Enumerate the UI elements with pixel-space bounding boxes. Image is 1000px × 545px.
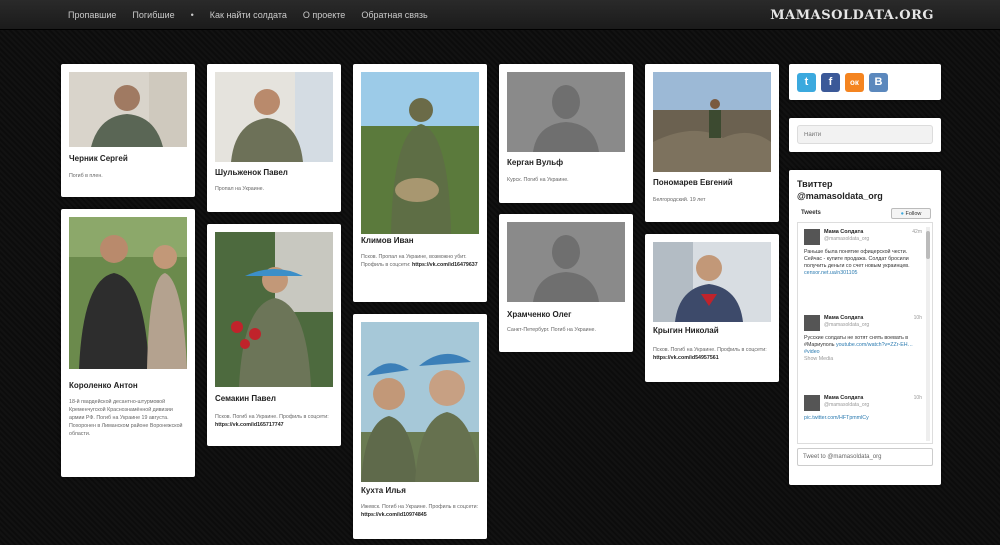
profile-link[interactable]: https://vk.com/id165717747 (215, 422, 284, 428)
soldier-name: Пономарев Евгений (653, 178, 733, 187)
soldier-description: Ижевск. Погиб на Украине. Профиль в соцс… (361, 504, 479, 518)
tweet-timeline[interactable]: Мама Солдата @mamasoldata_org 42m Раньше… (797, 222, 933, 444)
soldier-name: Кухта Илья (361, 486, 406, 495)
tweet: Мама Солдата @mamasoldata_org 10h pic.tw… (804, 395, 922, 439)
soldier-description: Санкт-Петербург. Погиб на Украине. (507, 327, 596, 333)
soldier-description: Белгородский. 19 лет (653, 197, 706, 203)
facebook-icon[interactable]: f (821, 73, 840, 92)
soldier-card[interactable]: Храмченко Олег Санкт-Петербург. Погиб на… (499, 214, 633, 352)
soldier-photo (361, 322, 479, 482)
search-input[interactable] (797, 125, 933, 144)
soldier-photo (215, 232, 333, 387)
tweet-text: Русские солдаты не хотят снять воевать в… (804, 335, 913, 362)
nav-how-to-find[interactable]: Как найти солдата (210, 10, 287, 20)
soldier-card[interactable]: Черник Сергей Погиб в плен. (61, 64, 195, 197)
social-share-panel: t f ок B (789, 64, 941, 100)
soldier-photo (215, 72, 333, 162)
soldier-card[interactable]: Климов Иван Псков. Пропал на Украине, во… (353, 64, 487, 302)
profile-link[interactable]: https://vk.com/id10974845 (361, 512, 427, 518)
tweet-compose-input[interactable]: Tweet to @mamasoldata_org (797, 448, 933, 466)
tweet-author[interactable]: Мама Солдата (824, 315, 863, 321)
soldier-card[interactable]: Кухта Илья Ижевск. Погиб на Украине. Про… (353, 314, 487, 539)
soldier-name: Шульженок Павел (215, 168, 288, 177)
odnoklassniki-icon[interactable]: ок (845, 73, 864, 92)
tweet-handle: @mamasoldata_org (824, 322, 870, 328)
soldier-description: Курск. Погиб на Украине. (507, 177, 569, 183)
tweet-handle: @mamasoldata_org (824, 236, 870, 242)
soldier-description: 18-й гвардейской десантно-штурмовой Крем… (69, 399, 183, 437)
tweet-link[interactable]: censor.net.ua/n301105 (804, 270, 858, 276)
main-nav: Пропавшие Погибшие • Как найти солдата О… (68, 0, 444, 30)
soldier-card[interactable]: Керган Вульф Курск. Погиб на Украине. (499, 64, 633, 203)
nav-about[interactable]: О проекте (303, 10, 345, 20)
soldier-description: Псков. Погиб на Украине. Профиль в соцсе… (215, 414, 329, 428)
soldier-photo (653, 72, 771, 172)
soldier-name: Крыгин Николай (653, 326, 719, 335)
nav-feedback[interactable]: Обратная связь (361, 10, 427, 20)
search-panel (789, 118, 941, 152)
soldier-photo (69, 217, 187, 369)
show-media-link[interactable]: Show Media (804, 356, 833, 362)
soldier-photo-placeholder (507, 222, 625, 302)
tweet-author[interactable]: Мама Солдата (824, 229, 863, 235)
tweet-link[interactable]: pic.twitter.com/HFTpmmlCy (804, 415, 869, 421)
soldier-description: Пропал на Украине. (215, 186, 265, 192)
scrollbar-thumb[interactable] (926, 231, 930, 259)
soldier-card[interactable]: Семакин Павел Псков. Погиб на Украине. П… (207, 224, 341, 446)
timeline-scrollbar[interactable] (926, 227, 930, 441)
avatar (804, 229, 820, 245)
tweet-handle: @mamasoldata_org (824, 402, 870, 408)
soldier-photo (653, 242, 771, 322)
avatar (804, 395, 820, 411)
tweet-time[interactable]: 10h (914, 395, 922, 401)
follow-label: Follow (905, 211, 922, 217)
soldier-card[interactable]: Крыгин Николай Псков. Погиб на Украине. … (645, 234, 779, 382)
soldier-photo (69, 72, 187, 147)
soldier-card[interactable]: Шульженок Павел Пропал на Украине. (207, 64, 341, 212)
tweet-author[interactable]: Мама Солдата (824, 395, 863, 401)
twitter-icon[interactable]: t (797, 73, 816, 92)
soldier-name: Керган Вульф (507, 158, 564, 167)
soldier-name: Климов Иван (361, 236, 414, 245)
soldier-name: Храмченко Олег (507, 310, 572, 319)
soldier-description: Псков. Пропал на Украине, возможно убит.… (361, 254, 478, 268)
top-navigation-bar: Пропавшие Погибшие • Как найти солдата О… (0, 0, 1000, 30)
soldier-card[interactable]: Короленко Антон 18-й гвардейской десантн… (61, 209, 195, 477)
twitter-widget: Твиттер @mamasoldata_org Tweets ● Follow… (789, 170, 941, 485)
nav-missing[interactable]: Пропавшие (68, 10, 116, 20)
tweet: Мама Солдата @mamasoldata_org 42m Раньше… (804, 229, 922, 309)
tweet-text: pic.twitter.com/HFTpmmlCy (804, 415, 920, 422)
tweets-label: Tweets (801, 210, 821, 216)
soldier-name: Короленко Антон (69, 381, 138, 390)
soldier-description: Погиб в плен. (69, 173, 103, 179)
avatar (804, 315, 820, 331)
soldier-name: Семакин Павел (215, 394, 276, 403)
tweet-text: Раньше была понятие офицерской чести. Се… (804, 249, 910, 276)
twitter-widget-title: Твиттер @mamasoldata_org (797, 179, 883, 201)
profile-link[interactable]: https://vk.com/id16479637 (412, 262, 478, 268)
soldier-name: Черник Сергей (69, 154, 128, 163)
vkontakte-icon[interactable]: B (869, 73, 888, 92)
site-logo[interactable]: MAMASOLDATA.ORG (770, 8, 934, 23)
soldier-card[interactable]: Пономарев Евгений Белгородский. 19 лет (645, 64, 779, 222)
nav-killed[interactable]: Погибшие (132, 10, 174, 20)
twitter-follow-button[interactable]: ● Follow (891, 208, 931, 219)
soldier-description: Псков. Погиб на Украине. Профиль в соцсе… (653, 347, 767, 361)
soldier-photo (361, 72, 479, 234)
tweet-time[interactable]: 10h (914, 315, 922, 321)
profile-link[interactable]: https://vk.com/id54957561 (653, 355, 719, 361)
tweet-time[interactable]: 42m (912, 229, 922, 235)
twitter-bird-icon: ● (900, 211, 904, 217)
soldier-photo-placeholder (507, 72, 625, 152)
tweet: Мама Солдата @mamasoldata_org 10h Русски… (804, 315, 922, 391)
nav-separator: • (190, 10, 194, 20)
